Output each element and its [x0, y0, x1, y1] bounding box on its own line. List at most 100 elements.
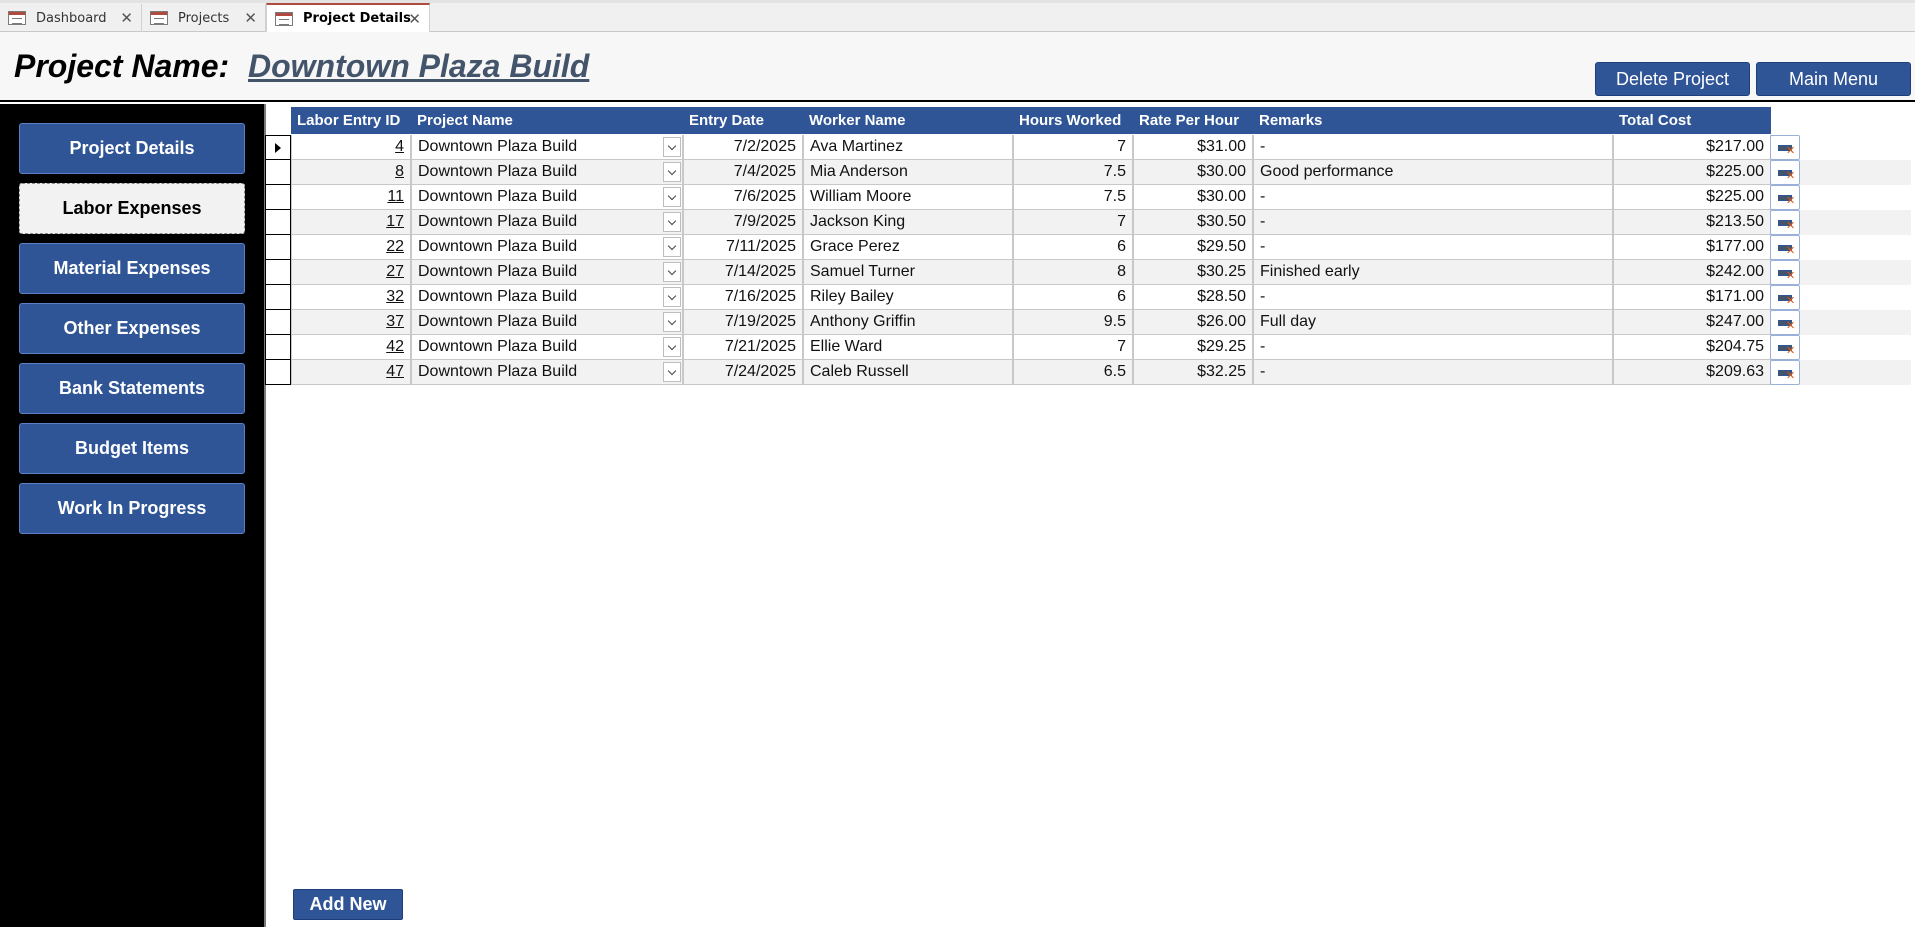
sidebar-item-other-expenses[interactable]: Other Expenses [19, 303, 245, 354]
worker-name-cell[interactable]: Riley Bailey [803, 285, 1013, 310]
chevron-down-icon[interactable] [663, 187, 681, 207]
sidebar-item-work-in-progress[interactable]: Work In Progress [19, 483, 245, 534]
worker-name-cell[interactable]: William Moore [803, 185, 1013, 210]
chevron-down-icon[interactable] [663, 362, 681, 382]
labor-entry-id-cell[interactable]: 47 [291, 360, 411, 385]
record-selector[interactable] [265, 185, 291, 210]
project-name-cell[interactable]: Downtown Plaza Build [411, 210, 683, 235]
total-cost-cell[interactable]: $225.00 [1613, 160, 1771, 185]
rate-per-hour-cell[interactable]: $32.25 [1133, 360, 1253, 385]
total-cost-cell[interactable]: $209.63 [1613, 360, 1771, 385]
worker-name-cell[interactable]: Caleb Russell [803, 360, 1013, 385]
worker-name-cell[interactable]: Anthony Griffin [803, 310, 1013, 335]
chevron-down-icon[interactable] [663, 162, 681, 182]
labor-entry-id-cell[interactable]: 37 [291, 310, 411, 335]
delete-record-button[interactable]: ✕ [1770, 360, 1800, 385]
labor-entry-id-cell[interactable]: 22 [291, 235, 411, 260]
total-cost-cell[interactable]: $225.00 [1613, 185, 1771, 210]
record-selector[interactable] [265, 210, 291, 235]
entry-date-cell[interactable]: 7/16/2025 [683, 285, 803, 310]
worker-name-cell[interactable]: Grace Perez [803, 235, 1013, 260]
worker-name-cell[interactable]: Ellie Ward [803, 335, 1013, 360]
sidebar-item-project-details[interactable]: Project Details [19, 123, 245, 174]
rate-per-hour-cell[interactable]: $28.50 [1133, 285, 1253, 310]
rate-per-hour-cell[interactable]: $26.00 [1133, 310, 1253, 335]
table-row[interactable]: 8 Downtown Plaza Build 7/4/2025 Mia Anderso… [265, 160, 1915, 185]
entry-date-cell[interactable]: 7/14/2025 [683, 260, 803, 285]
delete-record-button[interactable]: ✕ [1770, 285, 1800, 310]
table-row[interactable]: 22 Downtown Plaza Build 7/11/2025 Grace Per… [265, 235, 1915, 260]
hours-worked-cell[interactable]: 7 [1013, 135, 1133, 160]
entry-date-cell[interactable]: 7/21/2025 [683, 335, 803, 360]
record-selector[interactable] [265, 260, 291, 285]
record-selector[interactable] [265, 360, 291, 385]
main-menu-button[interactable]: Main Menu [1756, 62, 1911, 96]
sidebar-item-budget-items[interactable]: Budget Items [19, 423, 245, 474]
total-cost-cell[interactable]: $247.00 [1613, 310, 1771, 335]
total-cost-cell[interactable]: $217.00 [1613, 135, 1771, 160]
delete-project-button[interactable]: Delete Project [1595, 62, 1750, 96]
record-selector[interactable] [265, 310, 291, 335]
column-header[interactable]: Project Name [411, 107, 683, 134]
rate-per-hour-cell[interactable]: $30.00 [1133, 185, 1253, 210]
hours-worked-cell[interactable]: 7.5 [1013, 185, 1133, 210]
remarks-cell[interactable]: - [1253, 210, 1613, 235]
table-row[interactable]: 42 Downtown Plaza Build 7/21/2025 Ellie War… [265, 335, 1915, 360]
total-cost-cell[interactable]: $213.50 [1613, 210, 1771, 235]
rate-per-hour-cell[interactable]: $30.00 [1133, 160, 1253, 185]
delete-record-button[interactable]: ✕ [1770, 310, 1800, 335]
add-new-button[interactable]: Add New [293, 889, 403, 920]
entry-date-cell[interactable]: 7/19/2025 [683, 310, 803, 335]
hours-worked-cell[interactable]: 6 [1013, 285, 1133, 310]
table-row[interactable]: 27 Downtown Plaza Build 7/14/2025 Samuel Tu… [265, 260, 1915, 285]
column-header[interactable]: Entry Date [683, 107, 803, 134]
column-header[interactable]: Labor Entry ID [291, 107, 411, 134]
table-row[interactable]: 32 Downtown Plaza Build 7/16/2025 Riley Bai… [265, 285, 1915, 310]
delete-record-button[interactable]: ✕ [1770, 260, 1800, 285]
record-selector[interactable] [265, 235, 291, 260]
tab-dashboard[interactable]: Dashboard ✕ [0, 4, 142, 32]
column-header[interactable]: Remarks [1253, 107, 1613, 134]
total-cost-cell[interactable]: $242.00 [1613, 260, 1771, 285]
chevron-down-icon[interactable] [663, 312, 681, 332]
project-name-cell[interactable]: Downtown Plaza Build [411, 185, 683, 210]
column-header[interactable]: Worker Name [803, 107, 1013, 134]
delete-record-button[interactable]: ✕ [1770, 235, 1800, 260]
column-header[interactable]: Total Cost [1613, 107, 1771, 134]
rate-per-hour-cell[interactable]: $30.25 [1133, 260, 1253, 285]
close-icon[interactable]: ✕ [244, 9, 257, 27]
project-name-cell[interactable]: Downtown Plaza Build [411, 235, 683, 260]
hours-worked-cell[interactable]: 8 [1013, 260, 1133, 285]
record-selector[interactable] [265, 285, 291, 310]
hours-worked-cell[interactable]: 7 [1013, 335, 1133, 360]
chevron-down-icon[interactable] [663, 237, 681, 257]
remarks-cell[interactable]: Finished early [1253, 260, 1613, 285]
record-selector[interactable] [265, 335, 291, 360]
delete-record-button[interactable]: ✕ [1770, 135, 1800, 160]
close-icon[interactable]: ✕ [408, 10, 421, 28]
project-name-cell[interactable]: Downtown Plaza Build [411, 160, 683, 185]
close-icon[interactable]: ✕ [120, 9, 133, 27]
project-name-cell[interactable]: Downtown Plaza Build [411, 260, 683, 285]
remarks-cell[interactable]: Good performance [1253, 160, 1613, 185]
worker-name-cell[interactable]: Ava Martinez [803, 135, 1013, 160]
chevron-down-icon[interactable] [663, 337, 681, 357]
chevron-down-icon[interactable] [663, 262, 681, 282]
sidebar-item-bank-statements[interactable]: Bank Statements [19, 363, 245, 414]
table-row[interactable]: 4 Downtown Plaza Build 7/2/2025 Ava Martine… [265, 135, 1915, 160]
record-selector[interactable] [265, 160, 291, 185]
entry-date-cell[interactable]: 7/6/2025 [683, 185, 803, 210]
column-header[interactable]: Rate Per Hour [1133, 107, 1253, 134]
entry-date-cell[interactable]: 7/4/2025 [683, 160, 803, 185]
labor-entry-id-cell[interactable]: 11 [291, 185, 411, 210]
entry-date-cell[interactable]: 7/2/2025 [683, 135, 803, 160]
remarks-cell[interactable]: Full day [1253, 310, 1613, 335]
project-name-cell[interactable]: Downtown Plaza Build [411, 335, 683, 360]
remarks-cell[interactable]: - [1253, 335, 1613, 360]
project-name-cell[interactable]: Downtown Plaza Build [411, 360, 683, 385]
remarks-cell[interactable]: - [1253, 360, 1613, 385]
remarks-cell[interactable]: - [1253, 135, 1613, 160]
worker-name-cell[interactable]: Samuel Turner [803, 260, 1013, 285]
hours-worked-cell[interactable]: 6.5 [1013, 360, 1133, 385]
table-row[interactable]: 37 Downtown Plaza Build 7/19/2025 Anthony G… [265, 310, 1915, 335]
